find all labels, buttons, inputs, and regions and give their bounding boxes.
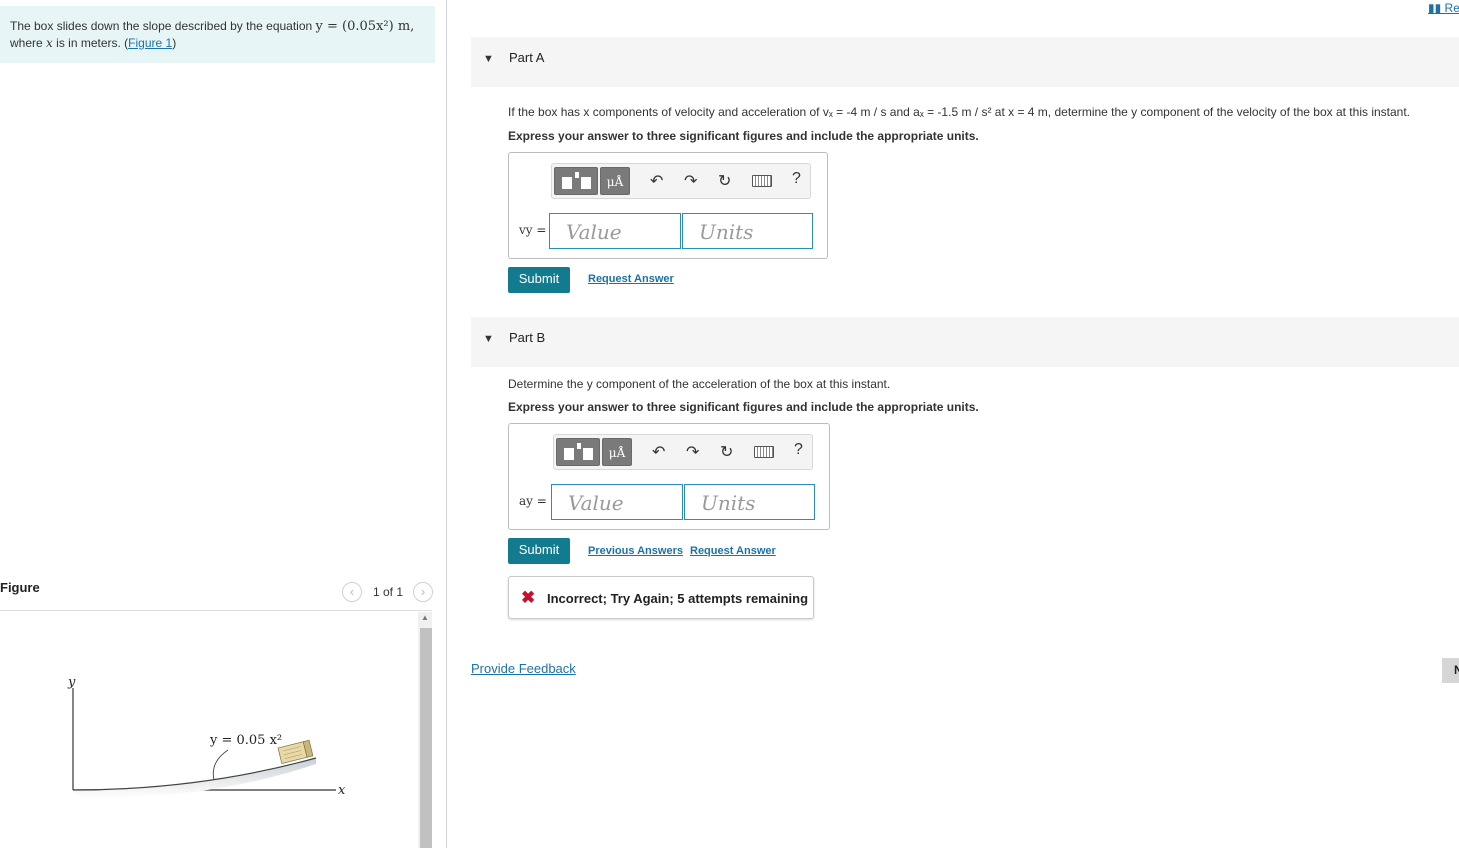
part-b-instructions: Express your answer to three significant…: [508, 400, 979, 414]
error-message: Incorrect; Try Again; 5 attempts remaini…: [547, 591, 809, 606]
part-b-request-answer-link[interactable]: Request Answer: [690, 545, 776, 557]
templates-icon[interactable]: [554, 167, 598, 195]
help-icon[interactable]: ?: [794, 441, 803, 459]
top-right-link-label: Re: [1444, 1, 1459, 15]
figure-image: y x y = 0.05 x²: [0, 612, 416, 848]
problem-statement: The box slides down the slope described …: [0, 6, 435, 63]
problem-text: The box slides down the slope described …: [10, 19, 313, 33]
problem-line-1: The box slides down the slope described …: [10, 18, 435, 35]
figure-count: 1 of 1: [373, 585, 404, 599]
panel-divider: [446, 0, 447, 848]
part-a-instructions: Express your answer to three significant…: [508, 129, 979, 143]
problem-var-x: x: [46, 36, 53, 50]
part-a-question: If the box has x components of velocity …: [508, 105, 1411, 119]
units-symbol-icon[interactable]: μÅ: [602, 438, 632, 466]
part-b-variable-label: ay =: [519, 494, 547, 508]
part-b-toolbar: μÅ ↶ ↷ ↻ ?: [553, 434, 813, 470]
slope-surface: [73, 758, 316, 799]
part-a-submit-button[interactable]: Submit: [508, 267, 570, 293]
provide-feedback-link[interactable]: Provide Feedback: [471, 661, 576, 676]
chevron-right-icon[interactable]: ›: [413, 582, 433, 602]
part-b-value-input[interactable]: Value: [551, 484, 683, 520]
part-a-variable-label: vy =: [519, 223, 547, 237]
problem-text-close: ): [172, 36, 177, 50]
figure-title: Figure: [0, 580, 40, 595]
part-a-answer-box: μÅ ↶ ↷ ↻ ? vy = Value Units: [508, 152, 828, 259]
top-right-link[interactable]: ▮▮ Re: [1428, 1, 1459, 15]
undo-icon[interactable]: ↶: [650, 171, 663, 191]
part-b-question: Determine the y component of the acceler…: [508, 377, 891, 391]
next-tab-button[interactable]: N: [1442, 658, 1459, 683]
x-axis-label: x: [338, 783, 346, 798]
y-axis-label: y: [67, 675, 76, 690]
part-b-units-input[interactable]: Units: [684, 484, 815, 520]
templates-icon[interactable]: [556, 438, 600, 466]
help-icon[interactable]: ?: [792, 170, 801, 188]
chevron-left-icon[interactable]: ‹: [342, 582, 362, 602]
undo-icon[interactable]: ↶: [652, 442, 665, 462]
units-symbol-icon[interactable]: μÅ: [600, 167, 630, 195]
figure-divider: [0, 610, 432, 611]
part-b-answer-box: μÅ ↶ ↷ ↻ ? ay = Value Units: [508, 423, 830, 530]
redo-icon[interactable]: ↷: [684, 171, 697, 191]
figure-scroll-thumb[interactable]: [420, 628, 432, 848]
label-leader: [212, 749, 229, 781]
part-a-value-input[interactable]: Value: [549, 213, 681, 249]
problem-equation: y = (0.05x²) m,: [315, 19, 415, 34]
part-a-title: Part A: [509, 50, 545, 65]
curve-label: y = 0.05 x²: [209, 733, 282, 748]
problem-text-where: where: [10, 36, 43, 50]
redo-icon[interactable]: ↷: [686, 442, 699, 462]
part-a-header[interactable]: ▼ Part A: [471, 37, 1459, 87]
keyboard-icon[interactable]: [754, 446, 774, 458]
problem-line-2: where x is in meters. (Figure 1): [10, 35, 435, 51]
part-a-units-input[interactable]: Units: [682, 213, 813, 249]
part-a-request-answer-link[interactable]: Request Answer: [588, 273, 674, 285]
problem-text-meters: is in meters. (: [56, 36, 129, 50]
part-a-toolbar: μÅ ↶ ↷ ↻ ?: [551, 163, 811, 199]
part-b-header[interactable]: ▼ Part B: [471, 317, 1459, 367]
part-b-submit-button[interactable]: Submit: [508, 538, 570, 564]
part-b-title: Part B: [509, 330, 546, 345]
close-x-icon: ✖: [521, 588, 536, 607]
reset-icon[interactable]: ↻: [720, 442, 733, 462]
scroll-up-icon[interactable]: ▲: [418, 613, 432, 625]
caret-down-icon: ▼: [483, 53, 494, 65]
feedback-error-box: ✖ Incorrect; Try Again; 5 attempts remai…: [508, 576, 814, 619]
keyboard-icon[interactable]: [752, 175, 772, 187]
previous-answers-link[interactable]: Previous Answers: [588, 545, 683, 557]
figure-diagram: y x y = 0.05 x²: [67, 675, 346, 799]
reset-icon[interactable]: ↻: [718, 171, 731, 191]
caret-down-icon: ▼: [483, 333, 494, 345]
figure-link[interactable]: Figure 1: [128, 36, 172, 50]
